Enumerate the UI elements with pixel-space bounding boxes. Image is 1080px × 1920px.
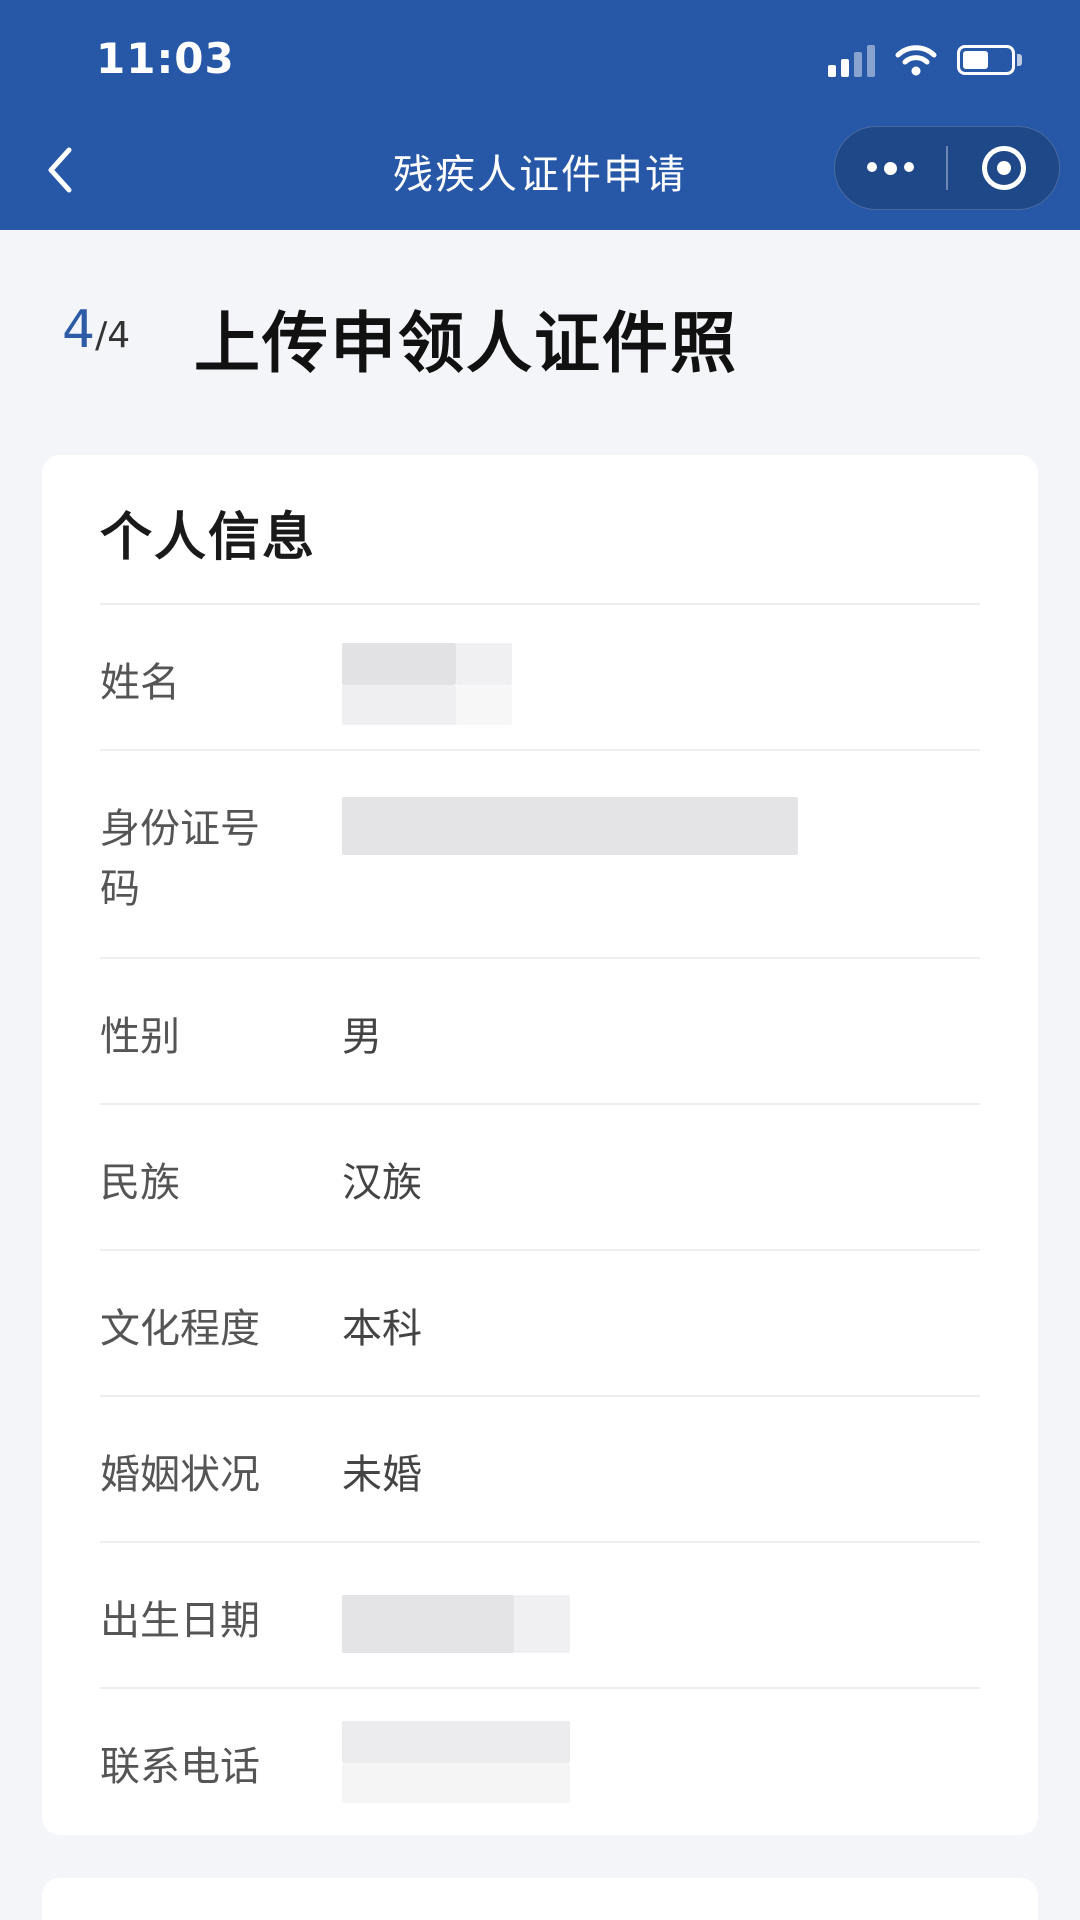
- info-row-birth-date: 出生日期: [100, 1541, 980, 1687]
- row-label: 身份证号码: [100, 806, 260, 912]
- info-row-marital-status: 婚姻状况 未婚: [100, 1395, 980, 1541]
- wifi-icon: [895, 45, 937, 76]
- row-label: 出生日期: [100, 1598, 260, 1644]
- app-header: 11:03 残疾人证件申请: [0, 0, 1080, 230]
- status-icons: [828, 40, 1022, 80]
- row-label: 性别: [100, 1014, 180, 1060]
- signal-icon: [828, 43, 875, 77]
- step-title: 上传申领人证件照: [194, 305, 738, 382]
- row-label: 民族: [100, 1160, 180, 1206]
- next-section-card: [42, 1878, 1038, 1920]
- more-dots-icon: [867, 161, 914, 175]
- info-row-ethnicity: 民族 汉族: [100, 1103, 980, 1249]
- close-button[interactable]: [948, 127, 1059, 209]
- row-label: 文化程度: [100, 1306, 260, 1352]
- card-title: 个人信息: [100, 508, 317, 568]
- screen: 11:03 残疾人证件申请 4 /4 上传申领人证件照 个人信息 姓名 身份证号…: [0, 0, 1080, 1920]
- row-label: 姓名: [100, 660, 180, 706]
- info-rows: 姓名 身份证号码 性别 男 民族 汉族 文化程度 本科 婚姻状况 未婚 出生日期…: [100, 603, 980, 1833]
- row-value: 本科: [342, 1306, 422, 1352]
- battery-icon: [957, 45, 1022, 75]
- close-target-icon: [981, 146, 1026, 190]
- info-row-id-number: 身份证号码: [100, 749, 980, 957]
- row-label: 联系电话: [100, 1744, 260, 1790]
- info-row-education: 文化程度 本科: [100, 1249, 980, 1395]
- info-row-gender: 性别 男: [100, 957, 980, 1103]
- mini-program-capsule: [834, 126, 1060, 210]
- step-total: /4: [95, 315, 131, 356]
- step-indicator: 4 /4: [62, 300, 130, 360]
- row-value: 汉族: [342, 1160, 422, 1206]
- info-row-phone: 联系电话: [100, 1687, 980, 1833]
- personal-info-card: 个人信息 姓名 身份证号码 性别 男 民族 汉族 文化程度 本科 婚姻状况 未婚…: [42, 455, 1038, 1835]
- more-button[interactable]: [835, 127, 946, 209]
- status-time: 11:03: [96, 34, 235, 83]
- row-value: 未婚: [342, 1452, 422, 1498]
- step-current: 4: [62, 300, 96, 360]
- row-value: 男: [342, 1014, 382, 1060]
- row-label: 婚姻状况: [100, 1452, 260, 1498]
- info-row-name: 姓名: [100, 603, 980, 749]
